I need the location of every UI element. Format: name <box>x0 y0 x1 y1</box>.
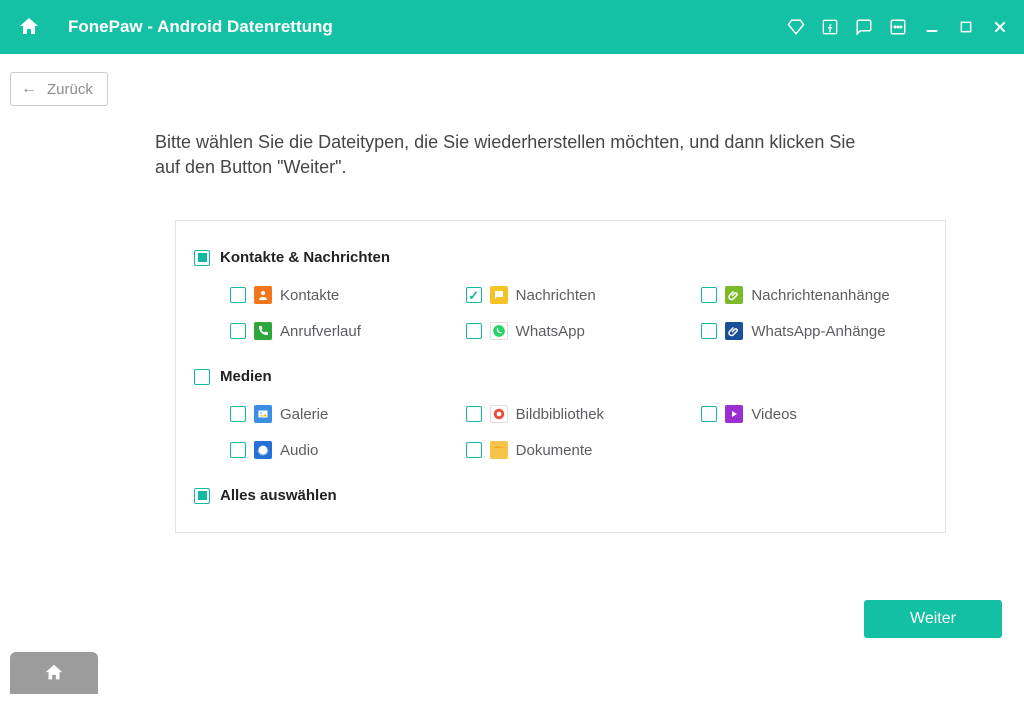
feedback-icon[interactable] <box>854 17 874 37</box>
item-anrufverlauf[interactable]: Anrufverlauf <box>230 322 456 340</box>
checkbox[interactable] <box>466 406 482 422</box>
app-title: FonePaw - Android Datenrettung <box>68 17 333 37</box>
item-label: Bildbibliothek <box>516 406 604 423</box>
photo-library-icon <box>490 405 508 423</box>
section-media[interactable]: Medien <box>194 368 927 385</box>
arrow-left-icon: ← <box>21 80 37 98</box>
item-label: Galerie <box>280 406 328 423</box>
close-icon[interactable] <box>990 17 1010 37</box>
select-all-label: Alles auswählen <box>220 487 337 504</box>
section-label: Kontakte & Nachrichten <box>220 249 390 266</box>
item-label: WhatsApp-Anhänge <box>751 323 885 340</box>
checkbox[interactable] <box>230 323 246 339</box>
item-bildbibliothek[interactable]: Bildbibliothek <box>466 405 692 423</box>
home-icon[interactable] <box>14 12 44 42</box>
section-contacts-messages[interactable]: Kontakte & Nachrichten <box>194 249 927 266</box>
item-nachrichten[interactable]: Nachrichten <box>466 286 692 304</box>
checkbox[interactable] <box>466 287 482 303</box>
back-label: Zurück <box>47 81 93 98</box>
back-button[interactable]: ← Zurück <box>10 72 108 106</box>
whatsapp-icon <box>490 322 508 340</box>
item-label: Dokumente <box>516 442 593 459</box>
item-label: Kontakte <box>280 287 339 304</box>
message-icon <box>490 286 508 304</box>
section-label: Medien <box>220 368 272 385</box>
maximize-icon[interactable] <box>956 17 976 37</box>
next-button[interactable]: Weiter <box>864 600 1002 638</box>
item-label: WhatsApp <box>516 323 585 340</box>
checkbox[interactable] <box>466 442 482 458</box>
contact-icon <box>254 286 272 304</box>
phone-icon <box>254 322 272 340</box>
home-icon <box>43 662 65 684</box>
gallery-icon <box>254 405 272 423</box>
checkbox-media-section[interactable] <box>194 369 210 385</box>
item-whatsapp[interactable]: WhatsApp <box>466 322 692 340</box>
options-panel: Kontakte & Nachrichten Kontakte Nachrich… <box>175 220 946 533</box>
item-label: Nachrichtenanhänge <box>751 287 889 304</box>
checkbox[interactable] <box>230 287 246 303</box>
checkbox[interactable] <box>701 406 717 422</box>
diamond-icon[interactable] <box>786 17 806 37</box>
minimize-icon[interactable] <box>922 17 942 37</box>
checkbox[interactable] <box>466 323 482 339</box>
checkbox[interactable] <box>230 442 246 458</box>
audio-icon <box>254 441 272 459</box>
item-kontakte[interactable]: Kontakte <box>230 286 456 304</box>
checkbox[interactable] <box>230 406 246 422</box>
item-whatsapp-anhaenge[interactable]: WhatsApp-Anhänge <box>701 322 927 340</box>
checkbox[interactable] <box>701 287 717 303</box>
checkbox-contacts-section[interactable] <box>194 250 210 266</box>
select-all[interactable]: Alles auswählen <box>194 487 927 504</box>
checkbox-select-all[interactable] <box>194 488 210 504</box>
whatsapp-attachment-icon <box>725 322 743 340</box>
item-dokumente[interactable]: Dokumente <box>466 441 692 459</box>
attachment-icon <box>725 286 743 304</box>
video-icon <box>725 405 743 423</box>
facebook-icon[interactable] <box>820 17 840 37</box>
menu-icon[interactable] <box>888 17 908 37</box>
titlebar: FonePaw - Android Datenrettung <box>0 0 1024 54</box>
bottom-home-tab[interactable] <box>10 652 98 694</box>
checkbox[interactable] <box>701 323 717 339</box>
item-label: Anrufverlauf <box>280 323 361 340</box>
item-label: Videos <box>751 406 797 423</box>
item-nachrichtenanhaenge[interactable]: Nachrichtenanhänge <box>701 286 927 304</box>
instruction-text: Bitte wählen Sie die Dateitypen, die Sie… <box>155 130 869 180</box>
document-icon <box>490 441 508 459</box>
item-galerie[interactable]: Galerie <box>230 405 456 423</box>
item-label: Audio <box>280 442 318 459</box>
item-audio[interactable]: Audio <box>230 441 456 459</box>
item-label: Nachrichten <box>516 287 596 304</box>
item-videos[interactable]: Videos <box>701 405 927 423</box>
